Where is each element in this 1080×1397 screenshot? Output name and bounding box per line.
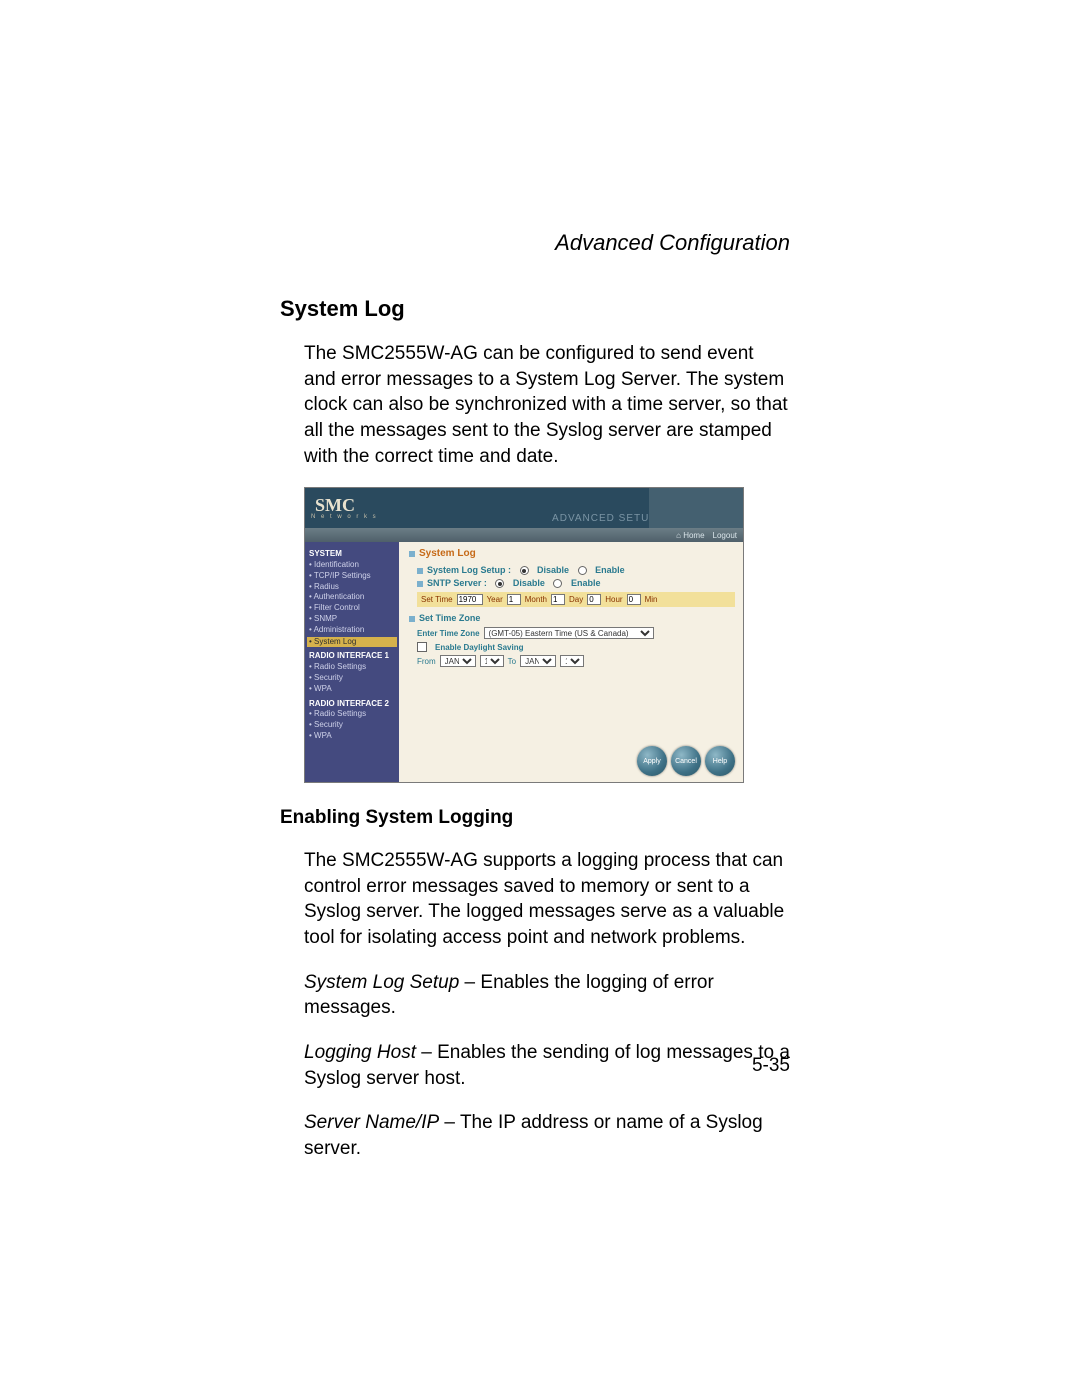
def-logging-host: Logging Host – Enables the sending of lo… (304, 1040, 790, 1091)
sntp-row: SNTP Server : Disable Enable (417, 578, 735, 588)
set-time-label: Set Time (421, 595, 453, 604)
nav-tcpip[interactable]: TCP/IP Settings (309, 571, 395, 582)
panel-buttons: Apply Cancel Help (637, 746, 735, 776)
nav-radio-settings-1[interactable]: Radio Settings (309, 662, 395, 673)
year-label: Year (487, 595, 503, 604)
logout-link[interactable]: Logout (713, 531, 737, 540)
syslog-enable-radio[interactable] (578, 566, 587, 575)
month-input[interactable] (507, 594, 521, 605)
router-admin-screenshot: SMC N e t w o r k s ADVANCED SETUP ⌂ Hom… (304, 487, 744, 783)
nav-snmp[interactable]: SNMP (309, 614, 395, 625)
def-system-log-setup: System Log Setup – Enables the logging o… (304, 970, 790, 1021)
nav-radio-settings-2[interactable]: Radio Settings (309, 709, 395, 720)
router-main-panel: System Log System Log Setup : Disable En… (399, 542, 743, 782)
nav-wpa-2[interactable]: WPA (309, 731, 395, 742)
to-label: To (508, 657, 516, 666)
hour-label: Hour (605, 595, 622, 604)
syslog-enable-label: Enable (595, 565, 625, 575)
to-month-select[interactable]: JAN (520, 655, 556, 667)
nav-security-2[interactable]: Security (309, 720, 395, 731)
nav-group-system: SYSTEM (309, 549, 395, 560)
page: Advanced Configuration System Log The SM… (0, 0, 1080, 1397)
sntp-disable-label: Disable (513, 578, 545, 588)
timezone-label: Enter Time Zone (417, 629, 480, 638)
day-input[interactable] (551, 594, 565, 605)
router-header: SMC N e t w o r k s ADVANCED SETUP (305, 488, 743, 528)
home-link[interactable]: ⌂ Home (676, 531, 704, 540)
def3-term: Server Name/IP (304, 1112, 439, 1133)
nav-group-radio2: RADIO INTERFACE 2 (309, 699, 395, 710)
year-input[interactable] (457, 594, 483, 605)
home-icon: ⌂ (676, 531, 681, 540)
syslog-disable-radio[interactable] (520, 566, 529, 575)
def-server-name-ip: Server Name/IP – The IP address or name … (304, 1110, 790, 1161)
sntp-disable-radio[interactable] (495, 579, 504, 588)
header-banner-image (649, 488, 743, 528)
from-label: From (417, 657, 436, 666)
syslog-disable-label: Disable (537, 565, 569, 575)
timezone-select[interactable]: (GMT-05) Eastern Time (US & Canada) (484, 627, 654, 639)
month-label: Month (525, 595, 547, 604)
timezone-row: Enter Time Zone (GMT-05) Eastern Time (U… (417, 627, 735, 639)
day-label: Day (569, 595, 583, 604)
logo-text: SMC (315, 496, 378, 514)
sntp-label: SNTP Server : (417, 578, 487, 588)
section-heading: System Log (280, 296, 790, 322)
para-enabling-logging: The SMC2555W-AG supports a logging proce… (304, 848, 790, 951)
timezone-section-heading: Set Time Zone (409, 613, 735, 623)
router-sidebar: SYSTEM Identification TCP/IP Settings Ra… (305, 542, 399, 782)
daylight-label: Enable Daylight Saving (435, 643, 523, 652)
chapter-title: Advanced Configuration (280, 230, 790, 256)
header-caption: ADVANCED SETUP (552, 513, 657, 524)
nav-identification[interactable]: Identification (309, 560, 395, 571)
daylight-checkbox[interactable] (417, 642, 427, 652)
page-number: 5-35 (752, 1055, 790, 1077)
sntp-enable-radio[interactable] (553, 579, 562, 588)
help-button[interactable]: Help (705, 746, 735, 776)
nav-radius[interactable]: Radius (309, 582, 395, 593)
from-day-select[interactable]: 1 (480, 655, 504, 667)
min-label: Min (645, 595, 658, 604)
apply-button[interactable]: Apply (637, 746, 667, 776)
set-time-row: Set Time Year Month Day Hour Min (417, 592, 735, 607)
sntp-enable-label: Enable (571, 578, 601, 588)
daylight-row: Enable Daylight Saving (417, 642, 735, 652)
nav-administration[interactable]: Administration (309, 625, 395, 636)
to-day-select[interactable]: 1 (560, 655, 584, 667)
daylight-range-row: From JAN 1 To JAN 1 (417, 655, 735, 667)
router-topbar: ⌂ Home Logout (305, 528, 743, 542)
nav-system-log[interactable]: System Log (307, 637, 397, 648)
nav-group-radio1: RADIO INTERFACE 1 (309, 651, 395, 662)
from-month-select[interactable]: JAN (440, 655, 476, 667)
syslog-setup-label: System Log Setup : (417, 565, 511, 575)
router-body: SYSTEM Identification TCP/IP Settings Ra… (305, 542, 743, 782)
def1-term: System Log Setup (304, 972, 459, 993)
panel-title: System Log (409, 548, 735, 559)
nav-authentication[interactable]: Authentication (309, 592, 395, 603)
logo-subtext: N e t w o r k s (311, 514, 378, 520)
subheading-enabling-system-logging: Enabling System Logging (280, 807, 790, 829)
hour-input[interactable] (587, 594, 601, 605)
nav-wpa-1[interactable]: WPA (309, 684, 395, 695)
cancel-button[interactable]: Cancel (671, 746, 701, 776)
syslog-setup-row: System Log Setup : Disable Enable (417, 565, 735, 575)
nav-security-1[interactable]: Security (309, 673, 395, 684)
smc-logo: SMC N e t w o r k s (311, 496, 378, 520)
intro-paragraph: The SMC2555W-AG can be configured to sen… (304, 341, 790, 469)
def2-term: Logging Host (304, 1042, 416, 1063)
min-input[interactable] (627, 594, 641, 605)
nav-filter-control[interactable]: Filter Control (309, 603, 395, 614)
